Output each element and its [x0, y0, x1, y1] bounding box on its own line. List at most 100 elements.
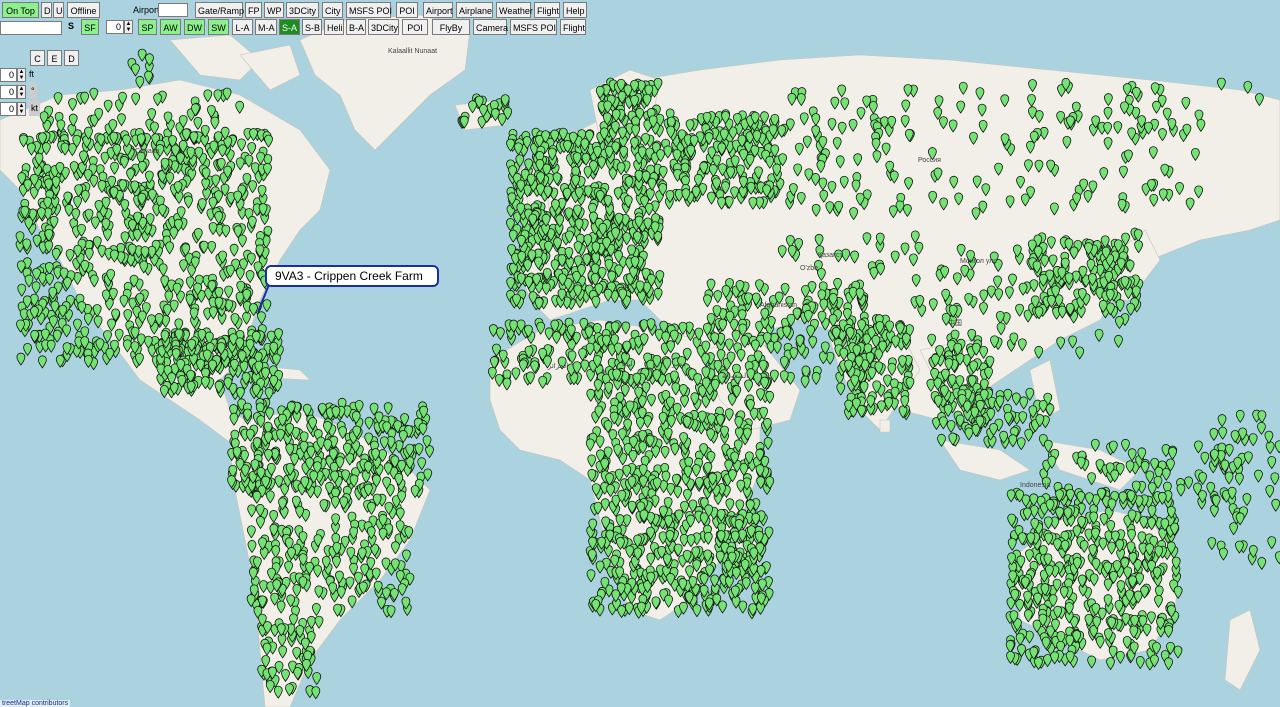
airport-marker-icon[interactable]	[683, 488, 692, 502]
airport-marker-icon[interactable]	[218, 144, 227, 158]
airport-marker-icon[interactable]	[731, 329, 741, 343]
airport-marker-icon[interactable]	[578, 347, 587, 362]
airport-marker-icon[interactable]	[257, 311, 266, 325]
wp-button[interactable]: WP	[264, 2, 284, 18]
airport-marker-icon[interactable]	[1149, 193, 1159, 207]
airport-marker-icon[interactable]	[1274, 440, 1280, 454]
airport-marker-icon[interactable]	[678, 321, 688, 335]
airport-marker-icon[interactable]	[631, 124, 641, 138]
airport-marker-icon[interactable]	[109, 249, 119, 263]
airport-marker-icon[interactable]	[165, 171, 175, 186]
airport-marker-icon[interactable]	[1098, 537, 1108, 551]
airport-marker-icon[interactable]	[664, 594, 673, 608]
airport-marker-icon[interactable]	[1015, 303, 1024, 317]
airport-marker-icon[interactable]	[256, 516, 265, 530]
flyby-button[interactable]: FlyBy	[432, 19, 470, 35]
airport-marker-icon[interactable]	[235, 267, 245, 281]
airport-marker-icon[interactable]	[685, 565, 694, 579]
airport-marker-icon[interactable]	[978, 120, 988, 134]
msfs-poi-button[interactable]: MSFS POI	[346, 2, 392, 18]
airport-marker-icon[interactable]	[1023, 609, 1033, 623]
airport-marker-icon[interactable]	[277, 633, 287, 647]
airport-marker-icon[interactable]	[750, 581, 760, 595]
l-a-button[interactable]: L-A	[232, 19, 253, 35]
airport-marker-icon[interactable]	[1229, 522, 1239, 536]
airport-marker-icon[interactable]	[1176, 483, 1186, 497]
airport-marker-icon[interactable]	[744, 379, 753, 393]
airport-marker-icon[interactable]	[242, 311, 251, 325]
airport-marker-icon[interactable]	[1194, 440, 1203, 454]
airport-marker-icon[interactable]	[1025, 549, 1034, 563]
airport-marker-icon[interactable]	[73, 195, 82, 209]
airport-marker-icon[interactable]	[725, 498, 735, 512]
airport-marker-icon[interactable]	[1034, 159, 1044, 173]
airport-marker-icon[interactable]	[245, 428, 255, 442]
airport-marker-icon[interactable]	[1103, 106, 1113, 120]
airport-marker-icon[interactable]	[383, 402, 393, 416]
airport-marker-icon[interactable]	[872, 150, 882, 164]
airport-marker-icon[interactable]	[901, 99, 911, 113]
airport-marker-icon[interactable]	[811, 173, 820, 187]
airport-marker-icon[interactable]	[110, 161, 119, 175]
airport-marker-icon[interactable]	[103, 228, 112, 242]
airport-callout[interactable]: 9VA3 - Crippen Creek Farm	[265, 265, 439, 287]
m-a-button[interactable]: M-A	[255, 19, 277, 35]
offline-button[interactable]: Offline	[67, 2, 100, 18]
heli-button[interactable]: Heli	[324, 19, 344, 35]
weather-button[interactable]: Weather	[496, 2, 533, 18]
airport-marker-icon[interactable]	[84, 247, 94, 261]
airport-marker-icon[interactable]	[1219, 547, 1228, 561]
airport-marker-icon[interactable]	[1184, 476, 1194, 490]
airport-marker-icon[interactable]	[1087, 472, 1097, 486]
airport-marker-icon[interactable]	[1028, 106, 1037, 120]
airport-marker-icon[interactable]	[1196, 118, 1206, 133]
airport-input[interactable]	[158, 3, 188, 17]
airport-marker-icon[interactable]	[247, 540, 257, 554]
airport-marker-icon[interactable]	[137, 48, 147, 62]
airport-marker-icon[interactable]	[835, 155, 845, 169]
airport-marker-icon[interactable]	[900, 242, 910, 256]
airport-marker-icon[interactable]	[1127, 528, 1137, 542]
airport-marker-icon[interactable]	[625, 545, 635, 559]
airport-marker-icon[interactable]	[203, 89, 213, 103]
airport-marker-icon[interactable]	[1016, 175, 1025, 189]
airport-marker-icon[interactable]	[1008, 273, 1017, 287]
airport-marker-icon[interactable]	[224, 285, 234, 299]
airport-marker-icon[interactable]	[1207, 537, 1217, 551]
airport-marker-icon[interactable]	[1103, 578, 1113, 592]
airport-marker-icon[interactable]	[937, 433, 946, 447]
airport-marker-icon[interactable]	[536, 321, 546, 335]
airport-marker-icon[interactable]	[73, 318, 82, 332]
airport-marker-icon[interactable]	[1004, 286, 1014, 300]
airport-marker-icon[interactable]	[671, 382, 681, 396]
airport-marker-icon[interactable]	[67, 143, 77, 157]
airport-marker-icon[interactable]	[544, 327, 554, 341]
airport-marker-icon[interactable]	[670, 442, 680, 456]
airport-marker-icon[interactable]	[1152, 100, 1161, 114]
airport-marker-icon[interactable]	[1148, 146, 1158, 160]
airport-marker-icon[interactable]	[259, 546, 269, 561]
airport-marker-icon[interactable]	[494, 373, 504, 388]
airport-marker-icon[interactable]	[1185, 197, 1195, 211]
airport-marker-icon[interactable]	[856, 107, 866, 121]
airport-marker-icon[interactable]	[495, 327, 505, 341]
airport-marker-icon[interactable]	[717, 142, 727, 156]
heading-input[interactable]: 0	[0, 85, 17, 99]
airport-marker-icon[interactable]	[60, 142, 70, 156]
airport-marker-icon[interactable]	[364, 416, 374, 430]
airport-marker-icon[interactable]	[939, 116, 948, 130]
airport-marker-icon[interactable]	[1242, 493, 1252, 507]
airport-marker-icon[interactable]	[345, 576, 355, 590]
airport-marker-icon[interactable]	[123, 309, 133, 323]
airport-marker-icon[interactable]	[264, 134, 273, 148]
airport-marker-icon[interactable]	[1198, 472, 1208, 486]
airport-marker-icon[interactable]	[269, 510, 279, 524]
airport-marker-icon[interactable]	[126, 168, 135, 182]
airport-marker-icon[interactable]	[900, 114, 910, 129]
airport-marker-icon[interactable]	[1274, 551, 1280, 565]
airport-marker-icon[interactable]	[276, 600, 286, 614]
airport-marker-icon[interactable]	[956, 100, 966, 114]
airport-marker-icon[interactable]	[811, 203, 821, 217]
airport-marker-icon[interactable]	[292, 584, 302, 598]
airport-marker-icon[interactable]	[135, 75, 145, 89]
